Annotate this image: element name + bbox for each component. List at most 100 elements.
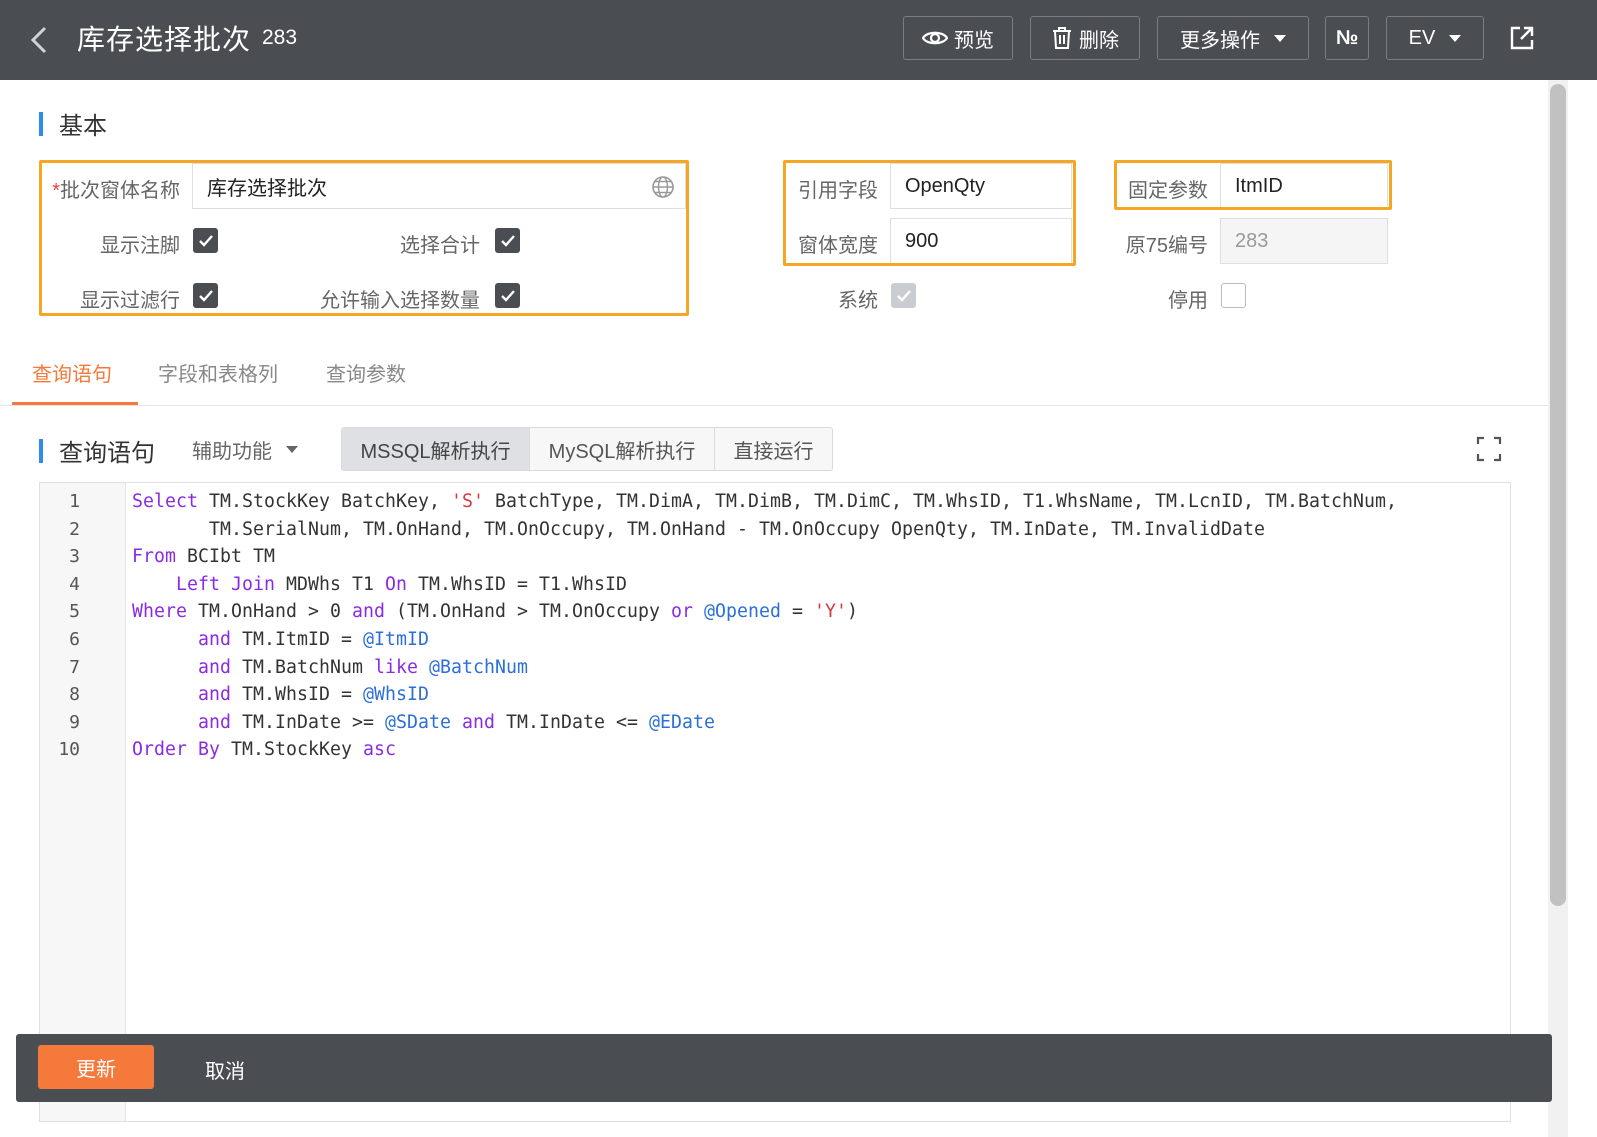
code-token: and (198, 656, 231, 678)
code-token: 'S' (451, 491, 484, 512)
line-number: 8 (69, 684, 80, 706)
basic-section-title: 基本 (59, 113, 107, 140)
code-line: Left Join MDWhs T1 On TM.WhsID = T1.WhsI… (132, 574, 627, 595)
fixed-param-input[interactable]: ItmID (1220, 163, 1388, 209)
code-token: TM.SerialNum, TM.OnHand, TM.OnOccupy, TM… (132, 518, 1265, 540)
cancel-button[interactable]: 取消 (205, 1055, 245, 1084)
show-footer-checkbox[interactable] (193, 228, 218, 253)
query-section-header: 查询语句 (39, 433, 155, 468)
globe-icon[interactable] (651, 175, 675, 199)
show-footer-label: 显示注脚 (100, 235, 180, 257)
code-token: and (198, 629, 231, 650)
fixed-param-value: ItmID (1235, 174, 1283, 197)
ev-dropdown[interactable]: EV (1386, 16, 1484, 60)
code-token: and (198, 684, 231, 706)
delete-label: 删除 (1079, 29, 1119, 52)
window-width-input[interactable]: 900 (890, 218, 1072, 264)
batch-window-name-label: *批次窗体名称 (44, 174, 180, 203)
preview-button[interactable]: 预览 (903, 16, 1013, 60)
line-number: 10 (58, 739, 80, 761)
code-token: TM.StockKey BatchKey, (198, 491, 451, 512)
code-token: TM.WhsID = T1.WhsID (407, 573, 627, 595)
execution-mode-selector: MSSQL解析执行 MySQL解析执行 直接运行 (341, 427, 833, 471)
batch-window-name-text: 批次窗体名称 (60, 180, 180, 202)
code-token: TM.ItmID = (231, 629, 363, 650)
fullscreen-button[interactable] (1476, 436, 1502, 467)
delete-button[interactable]: 删除 (1030, 16, 1140, 60)
select-total-checkbox[interactable] (495, 228, 520, 253)
code-token: @SDate (385, 711, 451, 733)
open-external-button[interactable] (1508, 24, 1536, 57)
code-token: and (462, 711, 495, 733)
code-line: and TM.ItmID = @ItmID (132, 629, 429, 650)
code-token: TM.OnHand > 0 (187, 601, 352, 623)
top-bar: 库存选择批次 283 预览 删除 更多操作 № EV (0, 0, 1597, 80)
code-line: Order By TM.StockKey asc (132, 739, 396, 760)
code-line: Where TM.OnHand > 0 and (TM.OnHand > TM.… (132, 601, 858, 622)
system-label: 系统 (838, 290, 878, 312)
code-token: asc (363, 739, 396, 761)
line-number-gutter: 1 2 3 4 5 6 7 8 9 10 (40, 483, 126, 1121)
tab-query-params[interactable]: 查询参数 (326, 358, 406, 387)
allow-input-qty-checkbox[interactable] (495, 283, 520, 308)
code-token: @WhsID (363, 684, 429, 706)
ref-field-label: 引用字段 (798, 180, 878, 202)
update-button[interactable]: 更新 (38, 1045, 154, 1089)
back-button[interactable] (22, 22, 56, 58)
code-token: like (374, 656, 418, 678)
code-line: From BCIbt TM (132, 546, 275, 567)
code-line: and TM.BatchNum like @BatchNum (132, 657, 528, 678)
code-token: = (781, 601, 814, 623)
record-id: 283 (262, 26, 298, 49)
more-actions-button[interactable]: 更多操作 (1157, 16, 1309, 60)
eye-icon (922, 31, 948, 45)
line-number: 4 (69, 573, 80, 595)
mode-mssql-button[interactable]: MSSQL解析执行 (342, 428, 530, 470)
orig75-value: 283 (1235, 229, 1269, 252)
code-token: From (132, 546, 176, 568)
check-icon (896, 289, 911, 302)
code-token: TM.InDate >= (231, 711, 385, 733)
batch-window-name-field[interactable]: 库存选择批次 (192, 163, 686, 209)
caret-down-icon (1274, 34, 1286, 42)
orig75-label: 原75编号 (1125, 235, 1208, 257)
code-token: and (352, 601, 385, 623)
basic-section-header: 基本 (39, 106, 107, 141)
sql-code-editor[interactable]: 1 2 3 4 5 6 7 8 9 10 Select TM.StockKey BatchKey,… (39, 482, 1511, 1122)
code-token: On (385, 573, 407, 595)
ref-field-input[interactable]: OpenQty (890, 163, 1072, 209)
allow-input-qty-label: 允许输入选择数量 (320, 290, 480, 312)
code-token: 'Y' (814, 601, 847, 623)
line-number: 9 (69, 711, 80, 733)
required-marker: * (52, 180, 60, 202)
code-token: TM.BatchNum (231, 656, 374, 678)
page-scrollbar-thumb[interactable] (1550, 84, 1566, 906)
numbering-button[interactable]: № (1325, 16, 1369, 60)
section-marker (39, 111, 43, 136)
mode-direct-run-button[interactable]: 直接运行 (715, 428, 832, 470)
aux-functions-label: 辅助功能 (192, 441, 272, 463)
code-token: BatchType, TM.DimA, TM.DimB, TM.DimC, TM… (484, 491, 1397, 512)
orig75-input: 283 (1220, 218, 1388, 264)
tab-query-statement[interactable]: 查询语句 (32, 358, 112, 387)
line-number: 7 (69, 656, 80, 678)
tab-fields-columns[interactable]: 字段和表格列 (158, 358, 278, 387)
disabled-checkbox[interactable] (1221, 283, 1246, 308)
fullscreen-icon (1476, 436, 1502, 462)
window-width-value: 900 (905, 229, 939, 252)
external-link-icon (1510, 26, 1534, 50)
code-token: MDWhs T1 (275, 573, 385, 595)
mode-mysql-button[interactable]: MySQL解析执行 (530, 428, 715, 470)
show-filter-row-label: 显示过滤行 (80, 290, 180, 312)
line-number: 2 (69, 518, 80, 540)
show-filter-row-checkbox[interactable] (193, 283, 218, 308)
trash-icon (1053, 27, 1071, 49)
code-token: TM.InDate <= (495, 711, 649, 733)
aux-functions-dropdown[interactable]: 辅助功能 (192, 435, 298, 464)
fixed-param-label: 固定参数 (1128, 180, 1208, 202)
